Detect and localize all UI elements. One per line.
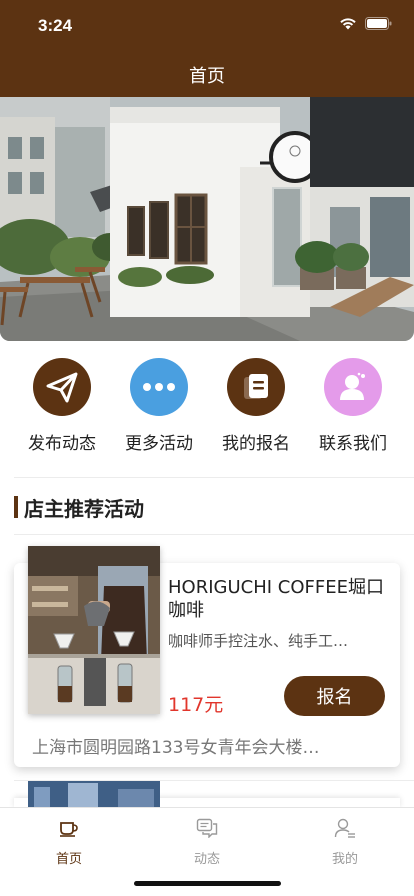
signup-button[interactable]: 报名 (284, 676, 385, 716)
more-dots-icon (130, 358, 188, 416)
tab-label: 我的 (331, 852, 358, 867)
section-title: 店主推荐活动 (24, 496, 144, 521)
activity-image[interactable] (28, 546, 160, 714)
page-title: 首页 (189, 66, 225, 87)
activity-image[interactable] (28, 781, 160, 807)
paper-plane-icon (33, 358, 91, 416)
status-time: 3:24 (38, 16, 73, 35)
battery-icon (365, 17, 392, 30)
menu-item-post[interactable]: 发布动态 (14, 358, 110, 454)
status-bar: 3:24 (0, 0, 414, 48)
document-icon (227, 358, 285, 416)
menu-label: 发布动态 (28, 434, 96, 454)
menu-label: 更多活动 (125, 434, 193, 454)
menu-item-more-activities[interactable]: 更多活动 (111, 358, 207, 454)
tab-posts[interactable]: 动态 (162, 816, 252, 867)
divider (14, 477, 414, 478)
activity-address: 上海市圆明园路133号女青年会大楼… (32, 738, 320, 758)
menu-item-contact-us[interactable]: 联系我们 (305, 358, 401, 454)
quick-menu: 发布动态 更多活动 我的报名 联系我们 (0, 358, 414, 458)
user-icon (300, 816, 390, 840)
chat-bubbles-icon (162, 816, 252, 840)
activity-price: 117元 (168, 694, 224, 716)
section-header: 店主推荐活动 (14, 494, 144, 521)
nav-bar: 首页 (0, 48, 414, 97)
tab-label: 动态 (193, 852, 220, 867)
menu-label: 我的报名 (222, 434, 290, 454)
status-icons (339, 17, 392, 30)
activity-description: 咖啡师手控注水、纯手工… (168, 632, 349, 650)
coffee-cup-icon (24, 816, 114, 840)
activity-title: HORIGUCHI COFFEE堀口咖啡 (168, 577, 384, 621)
tab-label: 首页 (55, 852, 82, 867)
section-accent-bar (14, 496, 18, 518)
banner-image[interactable] (0, 97, 414, 341)
home-indicator[interactable] (134, 881, 281, 886)
menu-item-my-signups[interactable]: 我的报名 (208, 358, 304, 454)
tab-home[interactable]: 首页 (24, 816, 114, 867)
person-icon (324, 358, 382, 416)
divider (14, 534, 414, 535)
wifi-icon (339, 17, 357, 30)
menu-label: 联系我们 (319, 434, 387, 454)
tab-profile[interactable]: 我的 (300, 816, 390, 867)
